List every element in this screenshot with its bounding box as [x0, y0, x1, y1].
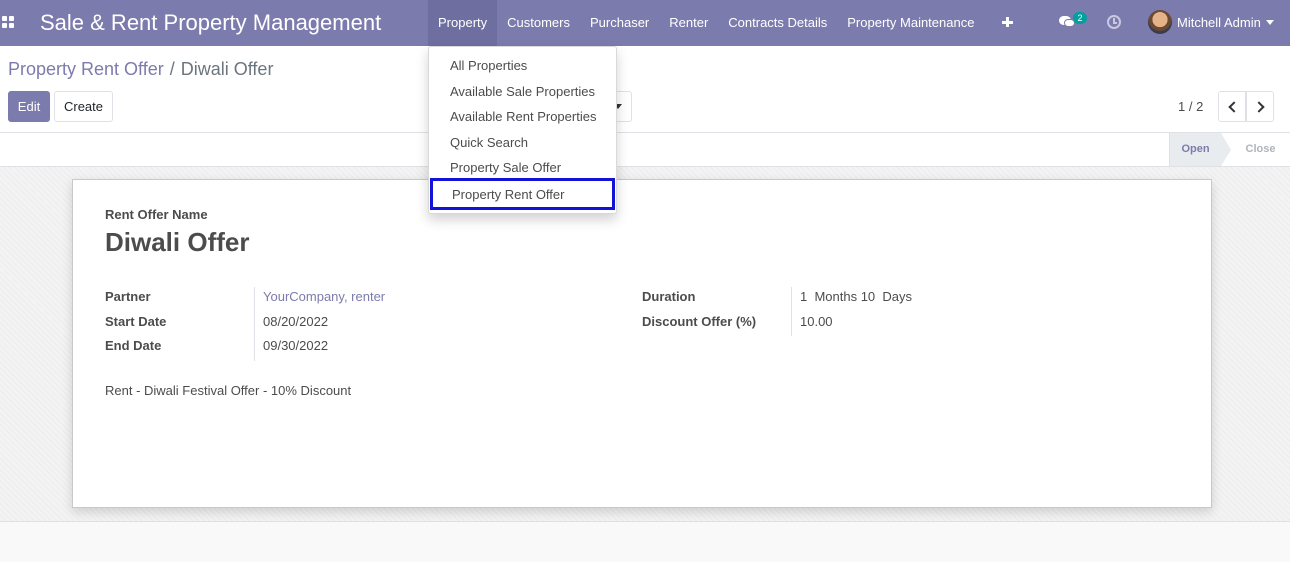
status-bar: Open Close — [0, 133, 1290, 167]
menu-purchaser[interactable]: Purchaser — [580, 0, 659, 46]
menu-item-all-properties[interactable]: All Properties — [429, 53, 616, 78]
avatar[interactable] — [1148, 10, 1172, 34]
partner-link[interactable]: YourCompany, renter — [255, 287, 385, 312]
breadcrumb-parent[interactable]: Property Rent Offer — [8, 59, 164, 79]
form-sheet: Rent Offer Name Diwali Offer Partner You… — [72, 179, 1212, 508]
pager-value: 1 / 2 — [1178, 99, 1204, 114]
breadcrumb: Property Rent Offer / Diwali Offer — [8, 59, 273, 80]
rent-offer-name: Diwali Offer — [105, 227, 250, 257]
edit-button[interactable]: Edit — [8, 91, 50, 122]
user-name[interactable]: Mitchell Admin — [1177, 15, 1261, 30]
menu-item-property-sale-offer[interactable]: Property Sale Offer — [429, 155, 616, 180]
clock-icon[interactable] — [1107, 15, 1121, 29]
menu-customers[interactable]: Customers — [497, 0, 580, 46]
pager-next-button[interactable] — [1246, 91, 1274, 122]
breadcrumb-separator: / — [169, 59, 175, 79]
menu-property[interactable]: Property — [428, 0, 498, 46]
menu-item-quick-search[interactable]: Quick Search — [429, 130, 616, 155]
discount-offer-value: 10.00 — [800, 313, 833, 329]
start-date-value: 08/20/2022 — [263, 313, 329, 329]
chat-count-badge: 2 — [1073, 12, 1087, 24]
partner-label: Partner — [105, 287, 255, 312]
right-field-group: Duration 1 Months 10 Days Discount Offer… — [642, 287, 912, 336]
main-menu: Property Customers Purchaser Renter Cont… — [428, 0, 984, 46]
duration-value: 1 Months 10 Days — [800, 289, 912, 304]
menu-contracts-details[interactable]: Contracts Details — [718, 0, 837, 46]
menu-property-maintenance[interactable]: Property Maintenance — [837, 0, 984, 46]
chevron-right-icon — [1253, 101, 1265, 113]
duration-label: Duration — [642, 287, 792, 312]
menu-item-available-rent-properties[interactable]: Available Rent Properties — [429, 104, 616, 129]
offer-description: Rent - Diwali Festival Offer - 10% Disco… — [105, 383, 352, 398]
stage-open[interactable]: Open — [1169, 133, 1231, 166]
create-button[interactable]: Create — [54, 91, 113, 122]
menu-item-available-sale-properties[interactable]: Available Sale Properties — [429, 79, 616, 104]
rent-offer-name-label: Rent Offer Name — [105, 207, 208, 222]
app-title[interactable]: Sale & Rent Property Management — [40, 10, 381, 36]
top-navbar: Sale & Rent Property Management Property… — [0, 0, 1290, 46]
caret-down-icon[interactable] — [1266, 20, 1274, 25]
end-date-value: 09/30/2022 — [263, 338, 329, 353]
property-dropdown-menu: All Properties Available Sale Properties… — [428, 46, 617, 214]
plus-icon[interactable] — [1001, 14, 1015, 30]
breadcrumb-current: Diwali Offer — [180, 59, 274, 79]
start-date-label: Start Date — [105, 311, 255, 336]
end-date-label: End Date — [105, 336, 255, 361]
control-panel: Property Rent Offer / Diwali Offer Edit Cr… — [0, 46, 1290, 133]
left-field-group: Partner YourCompany, renter Start Date 0… — [105, 287, 385, 361]
apps-grid-icon[interactable] — [2, 16, 14, 28]
discount-offer-label: Discount Offer (%) — [642, 311, 792, 336]
menu-item-property-rent-offer[interactable]: Property Rent Offer — [430, 178, 615, 210]
menu-renter[interactable]: Renter — [659, 0, 718, 46]
chevron-left-icon — [1228, 101, 1240, 113]
stage-close[interactable]: Close — [1231, 133, 1290, 166]
pager-previous-button[interactable] — [1218, 91, 1246, 122]
